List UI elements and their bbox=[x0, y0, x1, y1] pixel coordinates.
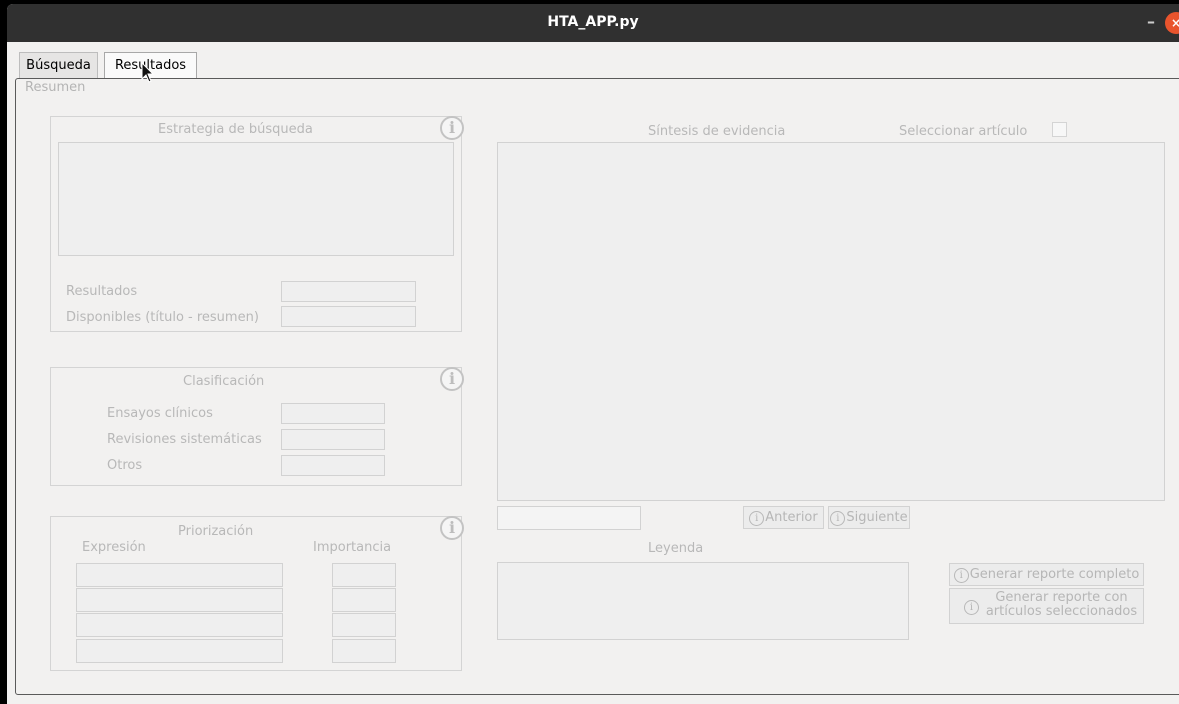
disponibles-field[interactable] bbox=[281, 306, 416, 327]
minimize-button[interactable]: – bbox=[1147, 12, 1155, 31]
otros-label: Otros bbox=[107, 458, 143, 473]
window-title: HTA_APP.py bbox=[547, 14, 639, 30]
revisiones-label: Revisiones sistemáticas bbox=[107, 432, 262, 447]
importancia-field-4[interactable] bbox=[332, 639, 396, 663]
ensayos-field[interactable] bbox=[281, 403, 385, 424]
resultados-label: Resultados bbox=[66, 284, 138, 299]
selected-report-line1: Generar reporte con bbox=[995, 590, 1128, 605]
tab-busqueda[interactable]: Búsqueda bbox=[19, 52, 98, 79]
select-article-checkbox[interactable] bbox=[1052, 122, 1067, 137]
info-icon: i bbox=[964, 600, 979, 615]
strategy-title: Estrategia de búsqueda bbox=[158, 122, 313, 137]
page-field[interactable] bbox=[497, 506, 641, 530]
expresion-field-1[interactable] bbox=[76, 563, 283, 587]
info-icon: i bbox=[749, 511, 765, 526]
revisiones-field[interactable] bbox=[281, 429, 385, 450]
strategy-textarea[interactable] bbox=[58, 142, 454, 256]
expresion-field-3[interactable] bbox=[76, 613, 283, 637]
legend-textarea[interactable] bbox=[497, 562, 909, 640]
legend-title: Leyenda bbox=[648, 541, 704, 556]
expresion-label: Expresión bbox=[82, 540, 146, 555]
anterior-button[interactable]: i Anterior bbox=[743, 506, 824, 529]
classification-title: Clasificación bbox=[183, 374, 265, 389]
selected-report-text: Generar reporte con artículos selecciona… bbox=[984, 591, 1139, 619]
importancia-field-3[interactable] bbox=[332, 613, 396, 637]
evidence-textarea[interactable] bbox=[497, 142, 1165, 501]
info-icon: i bbox=[953, 568, 969, 583]
close-button[interactable]: × bbox=[1165, 12, 1179, 34]
resumen-group-label: Resumen bbox=[25, 80, 86, 95]
otros-field[interactable] bbox=[281, 455, 385, 476]
importancia-field-2[interactable] bbox=[332, 588, 396, 612]
siguiente-button[interactable]: i Siguiente bbox=[828, 506, 910, 529]
prioritization-info-icon[interactable]: i bbox=[440, 516, 464, 540]
selected-report-line2: artículos seleccionados bbox=[985, 604, 1138, 619]
disponibles-label: Disponibles (título - resumen) bbox=[66, 310, 259, 325]
mouse-cursor-icon bbox=[141, 62, 155, 83]
info-icon: i bbox=[830, 511, 846, 526]
siguiente-label: Siguiente bbox=[846, 510, 908, 525]
anterior-label: Anterior bbox=[765, 510, 818, 525]
ensayos-label: Ensayos clínicos bbox=[107, 406, 213, 421]
select-article-label: Seleccionar artículo bbox=[899, 124, 1028, 139]
full-report-label: Generar reporte completo bbox=[969, 567, 1140, 582]
selected-report-button[interactable]: i Generar reporte con artículos seleccio… bbox=[949, 588, 1144, 624]
importancia-label: Importancia bbox=[313, 540, 392, 555]
importancia-field-1[interactable] bbox=[332, 563, 396, 587]
expresion-field-4[interactable] bbox=[76, 639, 283, 663]
strategy-info-icon[interactable]: i bbox=[440, 116, 464, 140]
classification-info-icon[interactable]: i bbox=[440, 367, 464, 391]
prioritization-title: Priorización bbox=[178, 524, 254, 539]
title-bar: HTA_APP.py – × bbox=[7, 4, 1179, 42]
expresion-field-2[interactable] bbox=[76, 588, 283, 612]
full-report-button[interactable]: i Generar reporte completo bbox=[949, 563, 1144, 586]
resultados-field[interactable] bbox=[281, 281, 416, 302]
evidence-title: Síntesis de evidencia bbox=[648, 124, 786, 139]
